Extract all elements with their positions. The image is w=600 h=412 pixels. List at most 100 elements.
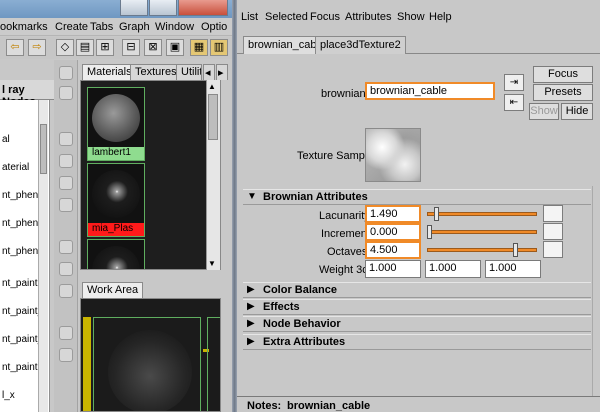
section-extra-attributes[interactable]: ▶ Extra Attributes bbox=[243, 334, 591, 350]
eraser-icon[interactable]: ◇ bbox=[56, 39, 74, 56]
graph-network-icon[interactable]: ⊞ bbox=[96, 39, 114, 56]
render-icon[interactable]: ▤ bbox=[76, 39, 94, 56]
section-effects[interactable]: ▶ Effects bbox=[243, 299, 591, 315]
list-item[interactable]: nt_paint bbox=[2, 362, 38, 373]
weight3d-y-field[interactable]: 1.000 bbox=[425, 260, 481, 278]
material-swatch[interactable] bbox=[87, 239, 145, 269]
graph-icon[interactable] bbox=[59, 326, 73, 340]
tab-materials[interactable]: Materials bbox=[82, 64, 137, 80]
list-item[interactable]: aterial bbox=[2, 162, 29, 173]
sphere-icon[interactable] bbox=[59, 198, 73, 212]
increment-slider[interactable] bbox=[427, 225, 537, 239]
graph-icon[interactable] bbox=[59, 284, 73, 298]
presets-button[interactable]: Presets bbox=[533, 84, 593, 101]
output-connection-icon[interactable]: ⇤ bbox=[504, 94, 524, 111]
layout-alt-icon[interactable]: ▥ bbox=[210, 39, 228, 56]
swatch-icon[interactable] bbox=[59, 66, 73, 80]
material-sphere bbox=[92, 94, 140, 142]
material-sphere bbox=[92, 246, 140, 269]
sphere-icon[interactable] bbox=[59, 154, 73, 168]
graph-icon[interactable] bbox=[59, 348, 73, 362]
nodes-scrollbar[interactable] bbox=[38, 100, 48, 412]
menu-help[interactable]: Help bbox=[429, 11, 452, 23]
map-button-icon[interactable] bbox=[543, 241, 563, 258]
material-sphere bbox=[108, 330, 192, 411]
graph-clear-icon[interactable]: ▣ bbox=[166, 39, 184, 56]
list-item[interactable]: al bbox=[2, 134, 10, 145]
sphere-icon[interactable] bbox=[59, 176, 73, 190]
scroll-thumb[interactable] bbox=[40, 124, 47, 174]
section-brownian-attributes[interactable]: ▼ Brownian Attributes bbox=[243, 189, 591, 205]
menu-list[interactable]: List bbox=[241, 11, 258, 23]
node-name-field[interactable]: brownian_cable bbox=[365, 82, 495, 100]
menu-window[interactable]: Window bbox=[155, 21, 194, 33]
show-button[interactable]: Show bbox=[529, 103, 559, 120]
arrow-right-icon[interactable]: ⇨ bbox=[28, 39, 46, 56]
section-color-balance[interactable]: ▶ Color Balance bbox=[243, 282, 591, 298]
section-node-behavior[interactable]: ▶ Node Behavior bbox=[243, 316, 591, 332]
input-connection-icon[interactable]: ⇥ bbox=[504, 74, 524, 91]
close-button[interactable] bbox=[178, 0, 228, 16]
octaves-field[interactable]: 4.500 bbox=[365, 241, 421, 259]
focus-button[interactable]: Focus bbox=[533, 66, 593, 83]
scroll-up-icon[interactable]: ▲ bbox=[208, 82, 216, 91]
grid-icon[interactable] bbox=[59, 86, 73, 100]
weight3d-z-field[interactable]: 1.000 bbox=[485, 260, 541, 278]
tab-textures[interactable]: Textures bbox=[130, 64, 182, 80]
weight3d-x-field[interactable]: 1.000 bbox=[365, 260, 421, 278]
slider-track bbox=[427, 230, 537, 234]
slider-thumb[interactable] bbox=[434, 207, 439, 221]
tab-work-area[interactable]: Work Area bbox=[82, 282, 144, 298]
scroll-thumb[interactable] bbox=[208, 94, 218, 140]
material-swatch[interactable]: mia_Plas bbox=[87, 163, 145, 237]
tile-icon[interactable] bbox=[59, 132, 73, 146]
graph-up-icon[interactable]: ⊟ bbox=[122, 39, 140, 56]
map-button-icon[interactable] bbox=[543, 223, 563, 240]
minimize-button[interactable] bbox=[120, 0, 148, 16]
list-item[interactable]: nt_phen bbox=[2, 190, 38, 201]
attribute-scrollbar[interactable] bbox=[592, 186, 600, 396]
menu-attributes[interactable]: Attributes bbox=[345, 11, 391, 23]
graph-down-icon[interactable]: ⊠ bbox=[144, 39, 162, 56]
menu-show[interactable]: Show bbox=[397, 11, 425, 23]
node-edge bbox=[83, 317, 91, 411]
swatch-label: mia_Plas bbox=[88, 223, 144, 236]
material-swatch[interactable]: lambert1 bbox=[87, 87, 145, 161]
menu-focus[interactable]: Focus bbox=[310, 11, 340, 23]
texture-sample-swatch[interactable] bbox=[365, 128, 421, 182]
tab-place3dtexture[interactable]: place3dTexture2 bbox=[315, 36, 406, 54]
texture-sample-label: Texture Sample bbox=[297, 150, 374, 162]
hypershade-titlebar bbox=[0, 0, 232, 18]
scroll-down-icon[interactable]: ▼ bbox=[208, 259, 216, 268]
layout-icon[interactable]: ▦ bbox=[190, 39, 208, 56]
material-node[interactable] bbox=[207, 317, 220, 411]
graph-icon[interactable] bbox=[59, 262, 73, 276]
hide-button[interactable]: Hide bbox=[561, 103, 593, 120]
menu-selected[interactable]: Selected bbox=[265, 11, 308, 23]
work-area-panel bbox=[80, 298, 221, 412]
tab-utilities[interactable]: Utilit bbox=[176, 64, 202, 80]
menu-create[interactable]: Create bbox=[55, 21, 88, 33]
material-node[interactable] bbox=[93, 317, 201, 411]
graph-icon[interactable] bbox=[59, 240, 73, 254]
materials-scrollbar[interactable]: ▲ ▼ bbox=[206, 80, 220, 270]
map-button-icon[interactable] bbox=[543, 205, 563, 222]
hypershade-window: ookmarks Create Tabs Graph Window Optio … bbox=[0, 0, 232, 412]
list-item[interactable]: nt_paint bbox=[2, 278, 38, 289]
tab-scroll-right-icon[interactable]: ▸ bbox=[216, 64, 228, 80]
arrow-left-icon[interactable]: ⇦ bbox=[6, 39, 24, 56]
notes-value[interactable]: brownian_cable bbox=[287, 400, 370, 412]
menu-graph[interactable]: Graph bbox=[119, 21, 150, 33]
tab-scroll-left-icon[interactable]: ◂ bbox=[203, 64, 215, 80]
menu-tabs[interactable]: Tabs bbox=[90, 21, 113, 33]
slider-thumb[interactable] bbox=[513, 243, 518, 257]
lacunarity-field[interactable]: 1.490 bbox=[365, 205, 421, 223]
menu-options[interactable]: Optio bbox=[201, 21, 227, 33]
list-item[interactable]: l_x bbox=[2, 390, 15, 401]
lacunarity-slider[interactable] bbox=[427, 207, 537, 221]
slider-thumb[interactable] bbox=[427, 225, 432, 239]
maximize-button[interactable] bbox=[149, 0, 177, 16]
octaves-slider[interactable] bbox=[427, 243, 537, 257]
increment-field[interactable]: 0.000 bbox=[365, 223, 421, 241]
menu-bookmarks[interactable]: ookmarks bbox=[0, 21, 48, 33]
